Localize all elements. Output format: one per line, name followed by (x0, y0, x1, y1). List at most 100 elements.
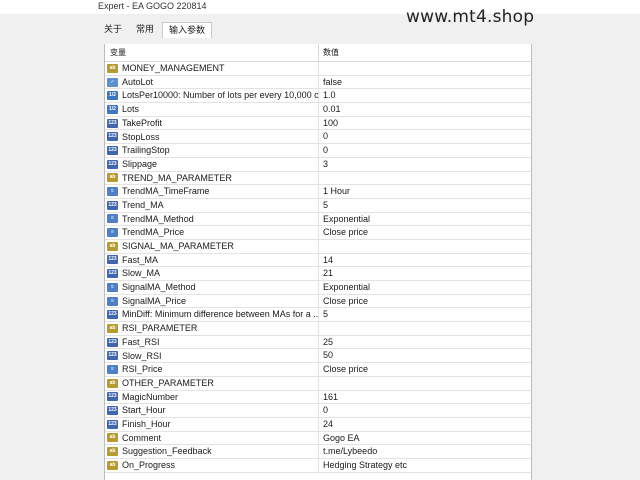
param-value-cell[interactable]: 5 (319, 199, 531, 212)
param-value-cell[interactable]: 50 (319, 349, 531, 362)
table-row[interactable]: 123 Finish_Hour 24 (105, 417, 531, 432)
table-row[interactable]: ≡ TrendMA_TimeFrame 1 Hour (105, 185, 531, 199)
param-type-num-icon: 123 (107, 351, 118, 361)
param-name: MinDiff: Minimum difference between MAs … (122, 309, 319, 320)
table-row[interactable]: ab On_Progress Hedging Strategy etc (105, 458, 531, 473)
param-name-cell: 1/2 LotsPer10000: Number of lots per ever… (105, 89, 319, 103)
param-name-cell: ab OTHER_PARAMETER (105, 376, 319, 390)
param-name: SignalMA_Price (122, 295, 187, 306)
param-value-cell[interactable]: 0.01 (319, 103, 531, 116)
param-value-cell[interactable]: Gogo EA (319, 432, 531, 445)
table-row[interactable]: ≡ TrendMA_Price Close price (105, 226, 531, 240)
param-value-cell[interactable]: Close price (319, 295, 531, 308)
param-value-cell[interactable]: 3 (319, 158, 531, 171)
param-name-cell: ≡ SignalMA_Price (105, 294, 319, 308)
param-type-num-icon: 123 (107, 419, 118, 429)
param-value-cell[interactable]: t.me/Lybeedo (319, 445, 531, 458)
table-row[interactable]: ≡ TrendMA_Method Exponential (105, 212, 531, 227)
watermark-text: www.mt4.shop (406, 7, 535, 27)
table-row[interactable]: ab RSI_PARAMETER (105, 322, 531, 336)
table-row[interactable]: ≡ RSI_Price Close price (105, 363, 531, 377)
param-name: StopLoss (122, 131, 160, 142)
table-row[interactable]: ab MONEY_MANAGEMENT (105, 62, 531, 76)
param-name-cell: 123 Fast_MA (105, 253, 319, 267)
table-row[interactable]: 123 MinDiff: Minimum difference between M… (105, 308, 531, 323)
param-value-cell[interactable]: 0 (319, 404, 531, 417)
param-name-cell: ≡ RSI_Price (105, 363, 319, 376)
table-row[interactable]: ab Comment Gogo EA (105, 431, 531, 446)
param-type-num-icon: 123 (107, 200, 118, 210)
table-row[interactable]: 123 Slow_MA 21 (105, 267, 531, 281)
param-value-cell[interactable]: 5 (319, 308, 531, 321)
param-value-cell[interactable]: Hedging Strategy etc (319, 459, 531, 472)
table-row[interactable]: 123 Fast_RSI 25 (105, 335, 531, 350)
param-type-num-icon: 123 (107, 269, 118, 279)
param-value-cell[interactable]: 100 (319, 117, 531, 130)
tab-common[interactable]: 常用 (130, 22, 160, 38)
table-row[interactable]: 123 Slippage 3 (105, 157, 531, 172)
table-row[interactable]: 123 Trend_MA 5 (105, 198, 531, 213)
param-value-cell[interactable] (319, 377, 531, 390)
param-value-cell[interactable]: 161 (319, 391, 531, 404)
param-name: MONEY_MANAGEMENT (122, 63, 225, 74)
param-name-cell: ab RSI_PARAMETER (105, 322, 319, 335)
table-row[interactable]: 123 TrailingStop 0 (105, 144, 531, 158)
param-value-cell[interactable]: Close price (319, 363, 531, 376)
param-value-cell[interactable]: 21 (319, 267, 531, 280)
table-row[interactable]: 123 StopLoss 0 (105, 130, 531, 145)
param-name: Slow_MA (122, 268, 161, 279)
param-value-cell[interactable] (319, 62, 531, 75)
table-row[interactable]: 123 Slow_RSI 50 (105, 349, 531, 364)
param-name-cell: 123 Finish_Hour (105, 417, 319, 431)
param-value-cell[interactable]: 14 (319, 254, 531, 267)
param-value-cell[interactable]: 0 (319, 130, 531, 143)
param-value-cell[interactable]: 1 Hour (319, 185, 531, 198)
param-type-num-icon: 123 (107, 255, 118, 265)
column-header-value[interactable]: 数值 (319, 44, 531, 61)
param-value-cell[interactable] (319, 240, 531, 253)
table-row[interactable]: ✓ AutoLot false (105, 75, 531, 90)
param-name-cell: 123 MinDiff: Minimum difference between M… (105, 308, 319, 322)
param-name-cell: 123 TrailingStop (105, 144, 319, 157)
table-row[interactable]: ab Suggestion_Feedback t.me/Lybeedo (105, 445, 531, 459)
table-row[interactable]: ≡ SignalMA_Method Exponential (105, 281, 531, 295)
param-type-num-icon: 123 (107, 337, 118, 347)
param-value-cell[interactable]: 0 (319, 144, 531, 157)
param-name: Fast_RSI (122, 336, 160, 347)
param-value-cell[interactable]: Exponential (319, 213, 531, 226)
table-row[interactable]: ab OTHER_PARAMETER (105, 376, 531, 391)
table-row[interactable]: 1/2 LotsPer10000: Number of lots per ever… (105, 89, 531, 104)
param-value-cell[interactable]: 1.0 (319, 89, 531, 102)
param-value-cell[interactable] (319, 172, 531, 185)
column-header-variable[interactable]: 变量 (105, 44, 319, 61)
param-name: TrailingStop (122, 145, 170, 156)
param-name: Trend_MA (122, 199, 164, 210)
param-type-ab-icon: ab (107, 460, 118, 470)
tab-about[interactable]: 关于 (98, 22, 128, 38)
param-value-cell[interactable]: 25 (319, 336, 531, 349)
param-name: Slippage (122, 158, 158, 169)
table-row[interactable]: ab SIGNAL_MA_PARAMETER (105, 239, 531, 254)
param-type-ab-icon: ab (107, 433, 118, 443)
param-name: AutoLot (122, 76, 154, 87)
param-value-cell[interactable]: 24 (319, 418, 531, 431)
param-name: Comment (122, 432, 162, 443)
table-row[interactable]: ab TREND_MA_PARAMETER (105, 171, 531, 186)
param-type-num-icon: 123 (107, 406, 118, 416)
table-row[interactable]: ≡ SignalMA_Price Close price (105, 294, 531, 309)
table-row[interactable]: 123 Fast_MA 14 (105, 253, 531, 268)
param-name-cell: 123 Fast_RSI (105, 335, 319, 349)
param-value-cell[interactable]: Close price (319, 226, 531, 239)
table-row[interactable]: 123 TakeProfit 100 (105, 116, 531, 131)
table-row[interactable]: 123 MagicNumber 161 (105, 390, 531, 405)
param-value-cell[interactable]: Exponential (319, 281, 531, 294)
param-value-cell[interactable]: false (319, 76, 531, 89)
table-row[interactable]: 1/2 Lots 0.01 (105, 103, 531, 117)
param-name-cell: 123 Slippage (105, 157, 319, 171)
param-value-cell[interactable] (319, 322, 531, 335)
tab-inputs[interactable]: 输入参数 (162, 22, 213, 38)
param-type-list-icon: ≡ (107, 296, 118, 306)
table-row[interactable]: 123 Start_Hour 0 (105, 404, 531, 418)
param-type-dbl-icon: 1/2 (107, 91, 118, 101)
param-name: MagicNumber (122, 391, 179, 402)
